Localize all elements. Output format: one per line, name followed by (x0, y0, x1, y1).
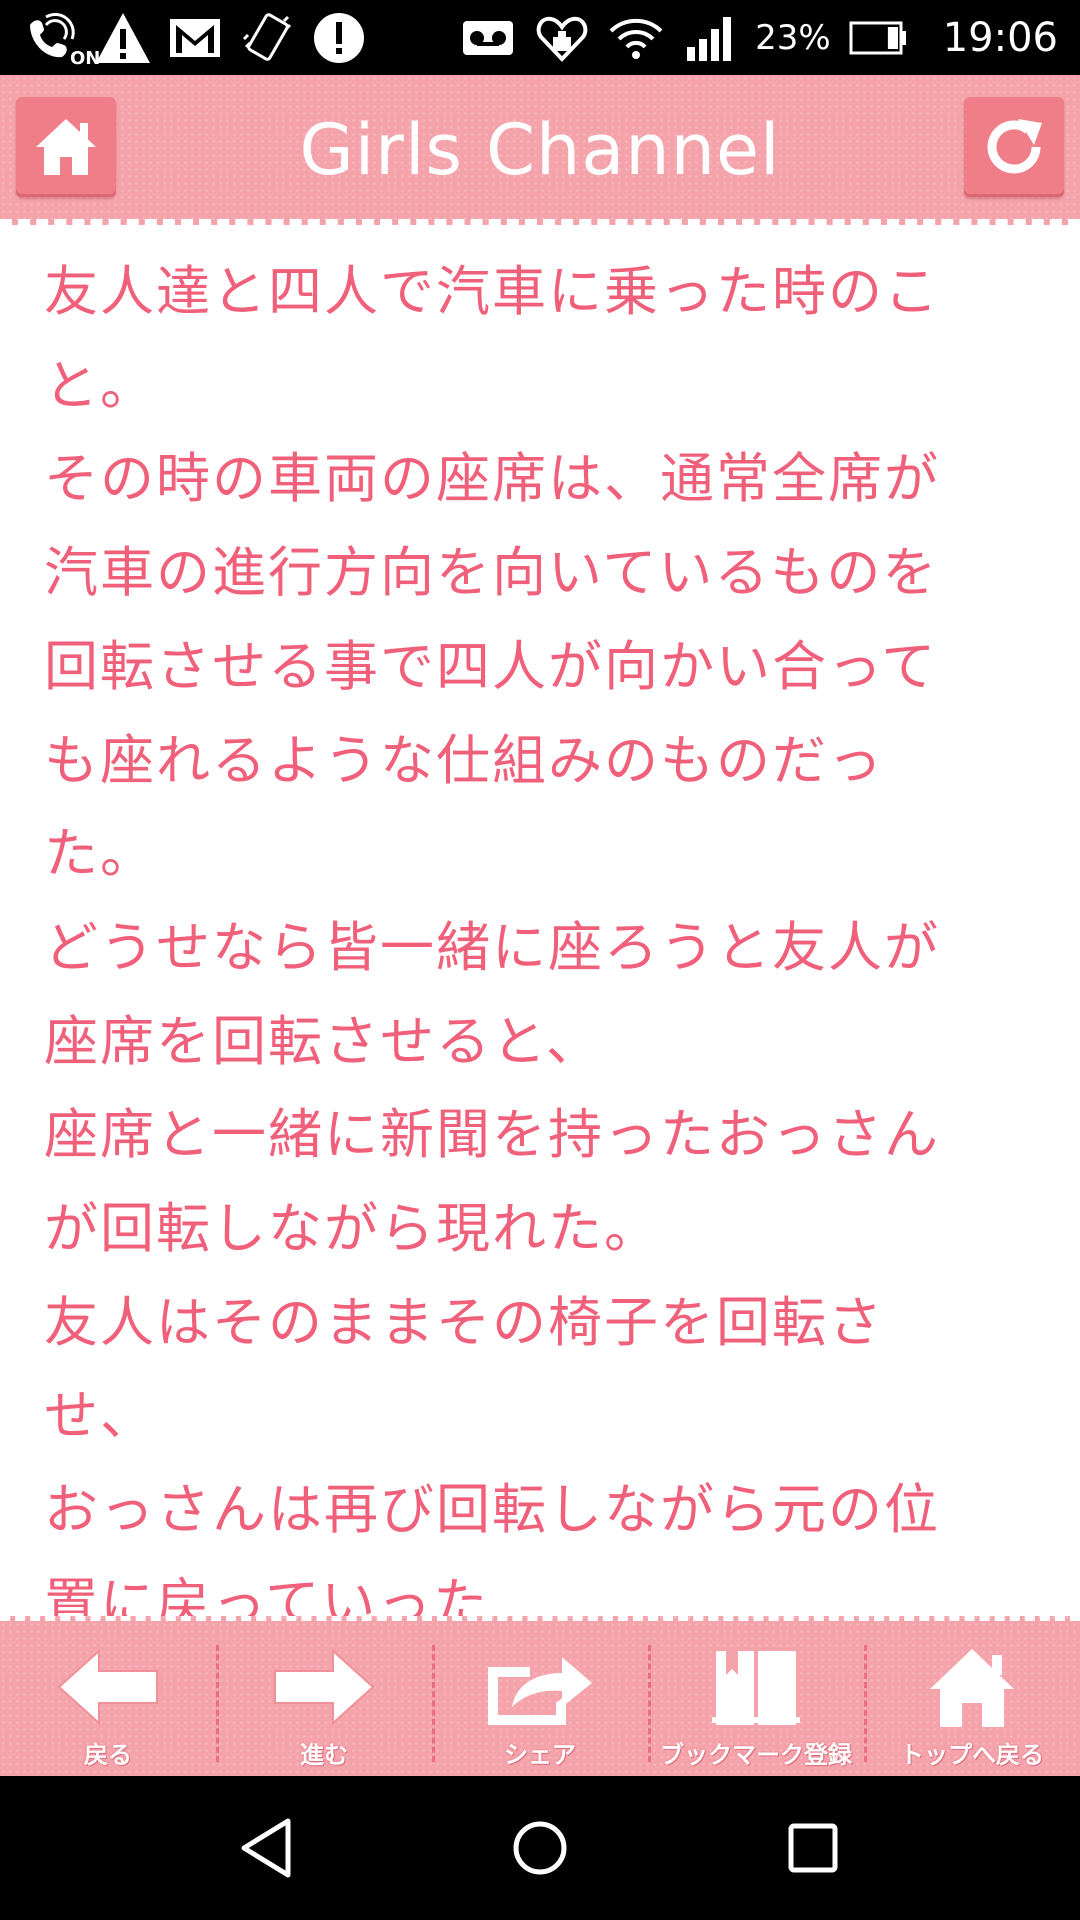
content-line: どうせなら皆一緒に座ろうと友人が (44, 915, 940, 979)
content-line: 友人はそのままその椅子を回転さ (44, 1290, 884, 1354)
content-line: 座席と一緒に新聞を持ったおっさん (44, 1103, 940, 1167)
alert-circle-icon (310, 9, 368, 67)
home-button[interactable] (16, 97, 116, 197)
bookmark-button[interactable]: ブックマーク登録 (648, 1621, 864, 1776)
content-line: も座れるような仕組みのものだっ (44, 728, 884, 792)
app-header: Girls Channel (0, 75, 1080, 225)
content-line: 回転させる事で四人が向かい合って (44, 634, 938, 698)
wifi-calling-on-icon: ON (22, 9, 100, 69)
home-circle-icon (513, 1821, 567, 1875)
recents-square-icon (788, 1823, 838, 1873)
nav-back-button[interactable] (222, 1803, 312, 1893)
back-label: 戻る (84, 1741, 132, 1769)
reload-icon (987, 119, 1042, 174)
share-icon (480, 1643, 600, 1731)
forward-label: 進む (300, 1741, 348, 1769)
wifi-calling-label: ON (70, 48, 101, 69)
content-line: その時の車両の座席は、通常全席が (44, 447, 940, 511)
warning-icon (94, 9, 152, 67)
gmail-icon (166, 9, 224, 67)
go-top-button[interactable]: トップへ戻る (864, 1621, 1080, 1776)
bottom-toolbar: 戻る 進む シェア ブックマーク登録 トップへ戻る (0, 1616, 1080, 1776)
content-line: と。 (44, 353, 156, 417)
nav-home-button[interactable] (495, 1803, 585, 1893)
app-title: Girls Channel (299, 109, 781, 191)
wifi-icon (607, 9, 665, 67)
heart-health-icon (533, 9, 591, 67)
battery-icon (847, 9, 909, 67)
system-icons: 23% 19:06 (459, 8, 1058, 68)
voicemail-icon (459, 9, 517, 67)
content-line: 友人達と四人で汽車に乗った時のこ (44, 260, 940, 323)
article-content: 友人達と四人で汽車に乗った時のこ と。 その時の車両の座席は、通常全席が 汽車の… (0, 231, 1080, 1616)
content-line: が回転しながら現れた。 (44, 1197, 660, 1261)
content-line: 座席を回転させると、 (44, 1009, 602, 1073)
content-line: た。 (44, 822, 156, 886)
back-triangle-icon (241, 1818, 291, 1878)
bookmark-book-icon (696, 1643, 816, 1731)
content-line: せ、 (44, 1384, 156, 1448)
notification-icons: ON (22, 8, 368, 69)
nav-recents-button[interactable] (768, 1803, 858, 1893)
arrow-right-icon (264, 1643, 384, 1731)
signal-icon (681, 9, 739, 67)
forward-button[interactable]: 進む (216, 1621, 432, 1776)
battery-percent: 23% (755, 18, 831, 58)
status-bar: ON 23% 19:06 (0, 0, 1080, 75)
arrow-left-icon (48, 1643, 168, 1731)
go-top-label: トップへ戻る (900, 1741, 1044, 1769)
share-button[interactable]: シェア (432, 1621, 648, 1776)
back-button[interactable]: 戻る (0, 1621, 216, 1776)
vibrate-icon (238, 9, 296, 67)
reload-button[interactable] (964, 97, 1064, 197)
bookmark-label: ブックマーク登録 (660, 1741, 852, 1769)
content-line: おっさんは再び回転しながら元の位 (44, 1478, 940, 1542)
content-line: 置に戻っていった (44, 1571, 490, 1616)
navigation-bar (0, 1776, 1080, 1920)
home-icon (912, 1643, 1032, 1731)
clock: 19:06 (942, 15, 1058, 61)
home-icon (36, 119, 96, 175)
content-line: 汽車の進行方向を向いているものを (44, 541, 939, 605)
share-label: シェア (504, 1741, 576, 1769)
